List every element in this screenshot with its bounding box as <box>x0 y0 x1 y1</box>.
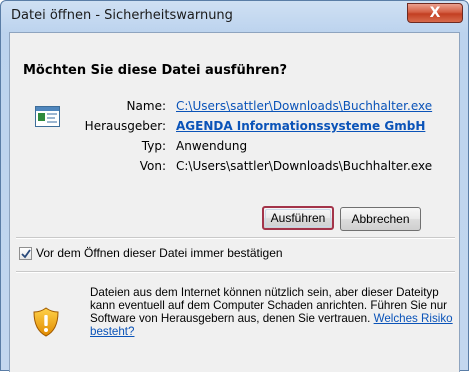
from-label: Von: <box>139 159 166 173</box>
dialog-content: Möchten Sie diese Datei ausführen? Name:… <box>9 32 460 372</box>
close-icon: X <box>429 5 441 21</box>
dialog-heading: Möchten Sie diese Datei ausführen? <box>23 63 287 78</box>
name-label: Name: <box>126 99 166 113</box>
name-value[interactable]: C:\Users\sattler\Downloads\Buchhalter.ex… <box>176 99 432 113</box>
name-value-link[interactable]: C:\Users\sattler\Downloads\Buchhalter.ex… <box>176 99 432 113</box>
run-button-label: Ausführen <box>270 211 326 225</box>
title-bar[interactable]: Datei öffnen - Sicherheitswarnung X <box>1 1 468 31</box>
always-confirm-label[interactable]: Vor dem Öffnen dieser Datei immer bestät… <box>36 246 283 260</box>
dialog-window: Datei öffnen - Sicherheitswarnung X Möch… <box>0 0 469 372</box>
publisher-label: Herausgeber: <box>84 119 166 133</box>
window-title: Datei öffnen - Sicherheitswarnung <box>11 8 233 23</box>
shield-warning-icon <box>32 307 60 337</box>
type-label: Typ: <box>141 139 166 153</box>
separator-bottom <box>16 271 455 273</box>
checkmark-icon <box>21 249 31 259</box>
always-confirm-checkbox[interactable] <box>19 247 32 260</box>
run-button[interactable]: Ausführen <box>262 206 334 230</box>
publisher-value-link[interactable]: AGENDA Informationssysteme GmbH <box>176 119 425 133</box>
cancel-button[interactable]: Abbrechen <box>340 207 421 231</box>
warning-text-block: Dateien aus dem Internet können nützlich… <box>90 286 456 338</box>
publisher-value[interactable]: AGENDA Informationssysteme GmbH <box>176 119 425 133</box>
from-value: C:\Users\sattler\Downloads\Buchhalter.ex… <box>176 159 433 173</box>
close-button[interactable]: X <box>407 3 463 23</box>
separator-top <box>16 237 455 239</box>
type-value: Anwendung <box>176 139 248 153</box>
